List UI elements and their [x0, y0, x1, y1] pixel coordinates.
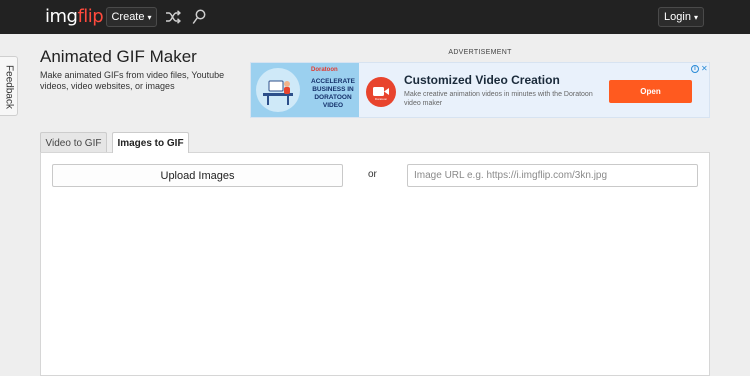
ad-logo-icon: Doratoon: [366, 77, 396, 107]
ad-close-icon[interactable]: ✕: [701, 64, 708, 73]
tab-images-to-gif[interactable]: Images to GIF: [112, 132, 189, 153]
login-button[interactable]: Login ▾: [658, 7, 704, 27]
ad-headline: Customized Video Creation: [404, 73, 560, 87]
feedback-tab[interactable]: Feedback: [0, 56, 18, 116]
login-label: Login: [664, 11, 691, 23]
or-separator: or: [368, 169, 377, 180]
advertisement-label: ADVERTISEMENT: [448, 49, 512, 56]
advertisement-banner[interactable]: Doratoon ACCELERATE BUSINESS IN DORATOON…: [250, 62, 710, 118]
chevron-down-icon: ▾: [147, 12, 152, 22]
upload-images-button[interactable]: Upload Images: [52, 164, 343, 187]
ad-brand-name: Doratoon: [311, 67, 338, 73]
ad-promo-text: ACCELERATE BUSINESS IN DORATOON VIDEO: [311, 78, 355, 109]
page-title: Animated GIF Maker: [40, 47, 197, 66]
feedback-label: Feedback: [3, 65, 15, 109]
page-subtitle: Make animated GIFs from video files, You…: [40, 70, 225, 91]
ad-logo-text: Doratoon: [374, 97, 388, 101]
search-icon[interactable]: [192, 9, 206, 25]
tab-video-to-gif[interactable]: Video to GIF: [40, 132, 107, 153]
chevron-down-icon: ▾: [693, 12, 698, 22]
shuffle-icon[interactable]: [165, 9, 181, 25]
ad-promo-panel: Doratoon ACCELERATE BUSINESS IN DORATOON…: [251, 63, 359, 117]
ad-open-button[interactable]: Open: [609, 80, 692, 103]
image-url-input[interactable]: [407, 164, 698, 187]
ad-info-icon[interactable]: i: [691, 65, 699, 73]
create-label: Create: [111, 11, 145, 23]
top-navbar: imgflip Create ▾ Login ▾: [0, 0, 750, 34]
imgflip-logo[interactable]: imgflip: [45, 6, 104, 27]
create-menu-button[interactable]: Create ▾: [106, 7, 157, 27]
ad-description: Make creative animation videos in minute…: [404, 91, 593, 107]
ad-illustration: [256, 68, 300, 112]
